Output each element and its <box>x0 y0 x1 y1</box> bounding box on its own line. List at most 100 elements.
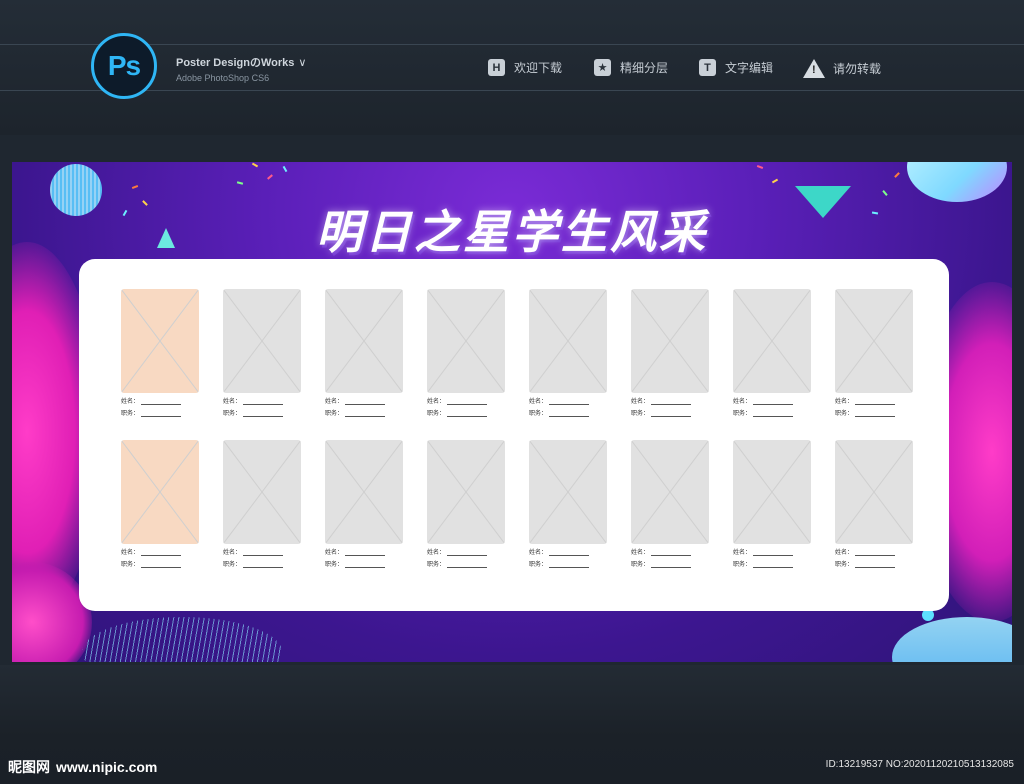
position-field: 职务： <box>835 559 913 568</box>
placeholder-cross-icon <box>529 289 607 393</box>
photo-placeholder <box>631 289 709 393</box>
placeholder-cross-icon <box>631 289 709 393</box>
confetti <box>251 162 259 168</box>
position-field: 职务： <box>631 408 709 417</box>
student-card: 姓名： 职务： <box>325 289 403 417</box>
name-field: 姓名： <box>733 547 811 556</box>
field-underline <box>753 416 793 417</box>
field-underline <box>651 404 691 405</box>
field-underline <box>753 404 793 405</box>
watermark-url: www.nipic.com <box>56 759 158 775</box>
field-underline <box>753 567 793 568</box>
photo-placeholder <box>529 289 607 393</box>
field-label: 姓名： <box>121 399 140 405</box>
student-card: 姓名： 职务： <box>223 440 301 568</box>
poster-title: 明日之星学生风采 <box>316 205 708 259</box>
field-label: 职务： <box>835 562 854 568</box>
field-underline <box>855 555 895 556</box>
photo-placeholder <box>121 440 199 544</box>
name-field: 姓名： <box>325 396 403 405</box>
brand-title-text: Poster DesignのWorks <box>176 57 295 69</box>
field-underline <box>141 416 181 417</box>
nav-label: 欢迎下载 <box>514 61 563 75</box>
text-icon: T <box>699 59 716 76</box>
image-id: ID:13219537 NO:20201120210513132085 <box>825 759 1014 770</box>
field-label: 职务： <box>631 562 650 568</box>
field-underline <box>855 404 895 405</box>
field-underline <box>141 567 181 568</box>
name-field: 姓名： <box>835 547 913 556</box>
field-label: 姓名： <box>325 550 344 556</box>
student-card: 姓名： 职务： <box>529 289 607 417</box>
h-icon: H <box>488 59 505 76</box>
logo-text: Ps <box>107 50 141 81</box>
nav-item-text-edit[interactable]: T 文字编辑 <box>699 59 773 76</box>
field-underline <box>345 567 385 568</box>
field-label: 职务： <box>325 562 344 568</box>
position-field: 职务： <box>427 559 505 568</box>
photo-placeholder <box>631 440 709 544</box>
field-underline <box>243 404 283 405</box>
name-field: 姓名： <box>325 547 403 556</box>
name-field: 姓名： <box>631 396 709 405</box>
name-field: 姓名： <box>121 396 199 405</box>
field-underline <box>447 567 487 568</box>
nav-item-no-repost[interactable]: ! 请勿转载 <box>803 59 881 78</box>
field-label: 姓名： <box>733 399 752 405</box>
placeholder-cross-icon <box>325 289 403 393</box>
field-underline <box>855 567 895 568</box>
name-field: 姓名： <box>733 396 811 405</box>
field-underline <box>141 404 181 405</box>
name-field: 姓名： <box>631 547 709 556</box>
confetti <box>131 185 139 189</box>
placeholder-cross-icon <box>631 440 709 544</box>
nav-item-download[interactable]: H 欢迎下载 <box>488 59 562 76</box>
field-label: 姓名： <box>631 399 650 405</box>
field-underline <box>243 567 283 568</box>
confetti <box>894 172 900 178</box>
field-label: 姓名： <box>325 399 344 405</box>
placeholder-cross-icon <box>835 440 913 544</box>
field-label: 姓名： <box>223 399 242 405</box>
position-field: 职务： <box>529 408 607 417</box>
student-card: 姓名： 职务： <box>529 440 607 568</box>
placeholder-cross-icon <box>733 440 811 544</box>
confetti <box>771 178 779 184</box>
placeholder-cross-icon <box>121 440 199 544</box>
field-label: 职务： <box>427 411 446 417</box>
field-label: 姓名： <box>835 399 854 405</box>
field-underline <box>651 416 691 417</box>
field-label: 职务： <box>325 411 344 417</box>
field-underline <box>651 555 691 556</box>
student-card: 姓名： 职务： <box>121 289 199 417</box>
poster-canvas: 明日之星学生风采 姓名： 职务： 姓名： 职务： 姓名： 职务： 姓名： 职务： 姓名： 职务： 姓… <box>12 162 1012 662</box>
confetti <box>236 181 244 185</box>
field-underline <box>753 555 793 556</box>
placeholder-cross-icon <box>325 440 403 544</box>
field-label: 姓名： <box>427 399 446 405</box>
placeholder-cross-icon <box>427 440 505 544</box>
warning-glyph: ! <box>812 64 816 76</box>
nav-label: 文字编辑 <box>725 61 774 75</box>
confetti <box>282 165 288 173</box>
student-card: 姓名： 职务： <box>223 289 301 417</box>
photo-placeholder <box>427 440 505 544</box>
photo-placeholder <box>325 440 403 544</box>
placeholder-cross-icon <box>223 289 301 393</box>
field-label: 职务： <box>529 562 548 568</box>
field-label: 职务： <box>121 562 140 568</box>
decor-blob <box>892 617 1012 662</box>
name-field: 姓名： <box>529 396 607 405</box>
field-label: 职务： <box>733 562 752 568</box>
placeholder-cross-icon <box>121 289 199 393</box>
field-label: 职务： <box>529 411 548 417</box>
student-card: 姓名： 职务： <box>631 289 709 417</box>
student-card: 姓名： 职务： <box>121 440 199 568</box>
placeholder-cross-icon <box>529 440 607 544</box>
field-underline <box>243 555 283 556</box>
field-underline <box>855 416 895 417</box>
field-underline <box>345 555 385 556</box>
nav-item-layers[interactable]: ★ 精细分层 <box>594 59 668 76</box>
field-label: 姓名： <box>427 550 446 556</box>
watermark-logo: 昵图网 <box>8 759 50 775</box>
